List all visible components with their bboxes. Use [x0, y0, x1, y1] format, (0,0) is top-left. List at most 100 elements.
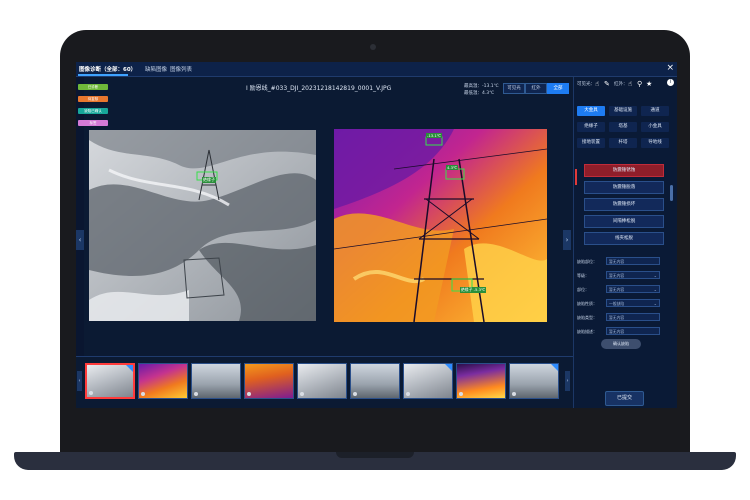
thumbnail-1[interactable]: [85, 363, 135, 399]
thumbnail-check-icon[interactable]: [406, 392, 410, 396]
view-infrared-button[interactable]: 红外: [525, 83, 547, 94]
thumbnail-check-icon[interactable]: [512, 392, 516, 396]
visible-image-drawing: [89, 130, 316, 321]
part-label: 部位：: [577, 287, 589, 292]
thumbnail-check-icon[interactable]: [353, 392, 357, 396]
thumbnail-check-icon[interactable]: [459, 392, 463, 396]
defect-list-scrollbar[interactable]: [670, 185, 673, 201]
view-visible-button[interactable]: 可见光: [503, 83, 525, 94]
thumbnail-check-icon[interactable]: [194, 392, 198, 396]
category-small-fittings[interactable]: 小金具: [641, 122, 669, 132]
thumb-prev-arrow[interactable]: ‹: [77, 371, 82, 391]
category-insulator[interactable]: 绝缘子: [577, 122, 605, 132]
pen-icon[interactable]: ✎: [604, 80, 610, 88]
thumbnail-2[interactable]: [138, 363, 188, 399]
category-corridor[interactable]: 通道: [641, 106, 669, 116]
category-grounding[interactable]: 接地装置: [577, 138, 605, 148]
thumbnail-7[interactable]: [403, 363, 453, 399]
hand-pointer-icon[interactable]: ☝: [595, 80, 599, 88]
chevron-down-icon: ⌄: [653, 287, 657, 292]
next-image-arrow[interactable]: ›: [563, 230, 571, 250]
close-icon[interactable]: ×: [666, 63, 674, 73]
top-bar: 图像诊断（全部：60） 缺陷图像 图像列表 ×: [76, 62, 677, 77]
thumbnail-6[interactable]: [350, 363, 400, 399]
thumbnail-strip: ‹ ›: [76, 356, 573, 408]
camera-dot: [370, 44, 376, 50]
defect-nature-value: 一般缺陷: [609, 301, 625, 306]
defect-location-value: 暂无内容: [609, 259, 625, 264]
thumbnail-check-icon[interactable]: [247, 392, 251, 396]
defect-option-5[interactable]: 线夹松脱: [584, 232, 664, 245]
thumb-next-arrow[interactable]: ›: [565, 371, 570, 391]
thumbnail-5[interactable]: [297, 363, 347, 399]
defect-nature-label: 缺陷性质：: [577, 301, 597, 306]
thumbnail-corner-flag: [445, 364, 452, 371]
tab-image-list[interactable]: 图像列表: [170, 65, 192, 73]
info-icon[interactable]: i: [667, 79, 674, 86]
tag-defect-confirmed[interactable]: 缺陷已确认: [78, 108, 108, 114]
tag-diagnosed[interactable]: 已诊断: [78, 84, 108, 90]
category-big-fittings[interactable]: 大金具: [577, 106, 605, 116]
hand-pointer-icon[interactable]: ☝: [628, 80, 632, 88]
defect-description-value: 暂无内容: [609, 329, 625, 334]
base-notch: [336, 452, 414, 458]
defect-location-field[interactable]: 暂无内容: [606, 257, 660, 265]
category-tower[interactable]: 杆塔: [609, 138, 637, 148]
tag-pending-review[interactable]: 待复核: [78, 96, 108, 102]
defect-option-4[interactable]: 间隔棒松脱: [584, 215, 664, 228]
category-infrastructure[interactable]: 基础设施: [609, 106, 637, 116]
level-value: 暂无内容: [609, 273, 625, 278]
chevron-down-icon: ⌄: [653, 273, 657, 278]
thumbnail-9[interactable]: [509, 363, 559, 399]
defect-option-3[interactable]: 防震锤损坏: [584, 198, 664, 211]
tab-defect-images[interactable]: 缺陷图像: [145, 65, 167, 73]
right-panel: 可见光： ☝ ✎ 红外： ☝ ⚲ ★ i 大金具 基础设施 通道 绝缘子 塔基 …: [573, 77, 677, 408]
thumbnail-check-icon[interactable]: [89, 391, 93, 395]
defect-description-label: 缺陷描述：: [577, 329, 597, 334]
tab-image-diagnosis[interactable]: 图像诊断（全部：60）: [79, 65, 136, 73]
defect-type-field[interactable]: 暂无内容: [606, 313, 660, 321]
visible-detection-label: 绝缘子: [202, 177, 216, 183]
category-tower-base[interactable]: 塔基: [609, 122, 637, 132]
image-filename: I 励恩线_#033_DJI_20231218142819_0001_V.JPG: [246, 85, 392, 92]
min-temp: 最低温：4.3℃: [464, 91, 495, 96]
thumbnail-check-icon[interactable]: [141, 392, 145, 396]
defect-nature-select[interactable]: 一般缺陷 ⌄: [606, 299, 660, 307]
chevron-down-icon: ⌄: [653, 301, 657, 306]
thumbnail-corner-flag: [126, 365, 133, 372]
infrared-toggle-label: 红外：: [614, 82, 628, 87]
thermal-image-drawing: [334, 129, 547, 322]
part-value: 暂无内容: [609, 287, 625, 292]
visible-light-image[interactable]: 绝缘子: [89, 130, 316, 321]
tag-label[interactable]: 标签: [78, 120, 108, 126]
thumbnail-corner-flag: [551, 364, 558, 371]
category-conductor[interactable]: 导地线: [641, 138, 669, 148]
defect-type-value: 暂无内容: [609, 315, 625, 320]
location-pin-icon[interactable]: ⚲: [637, 80, 642, 88]
thermal-label-insulator: 绝缘子 -5.3℃: [460, 287, 487, 293]
laptop-base: [14, 452, 736, 470]
thermal-image[interactable]: -13.1℃ 4.3℃ 绝缘子 -5.3℃: [334, 129, 547, 322]
defect-type-label: 缺陷类型：: [577, 315, 597, 320]
confirm-defect-button[interactable]: 确认缺陷: [601, 339, 641, 349]
submit-button[interactable]: 已提交: [605, 391, 644, 406]
thumbnail-8[interactable]: [456, 363, 506, 399]
defect-option-1[interactable]: 防震锤锈蚀: [584, 164, 664, 177]
defect-location-label: 缺陷部位：: [577, 259, 597, 264]
app-screen: 图像诊断（全部：60） 缺陷图像 图像列表 × 已诊断 待复核 缺陷已确认 标签…: [76, 62, 677, 408]
star-icon[interactable]: ★: [646, 80, 652, 88]
thermal-label-min: 4.3℃: [446, 165, 459, 170]
level-select[interactable]: 暂无内容 ⌄: [606, 271, 660, 279]
thumbnail-check-icon[interactable]: [300, 392, 304, 396]
max-temp: 最高温：-13.1℃: [464, 84, 499, 89]
prev-image-arrow[interactable]: ‹: [76, 230, 84, 250]
view-all-button[interactable]: 全部: [547, 83, 569, 94]
defect-description-field[interactable]: 暂无内容: [606, 327, 660, 335]
visible-toggle-label: 可见光：: [577, 82, 595, 87]
left-strip: [76, 77, 84, 357]
thumbnail-3[interactable]: [191, 363, 241, 399]
thumbnail-4[interactable]: [244, 363, 294, 399]
part-select[interactable]: 暂无内容 ⌄: [606, 285, 660, 293]
thermal-label-max: -13.1℃: [426, 133, 443, 138]
defect-option-2[interactable]: 防震锤脱落: [584, 181, 664, 194]
